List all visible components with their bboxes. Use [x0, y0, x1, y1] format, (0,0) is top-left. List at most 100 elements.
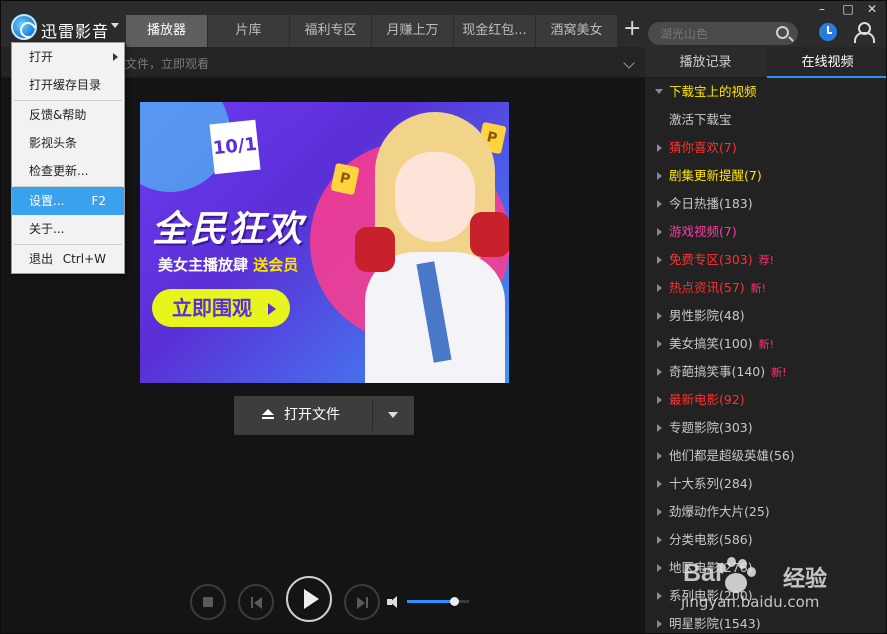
- list-item[interactable]: 猜你喜欢(7): [645, 134, 886, 162]
- list-item-label: 专题影院(303): [669, 414, 753, 442]
- expand-right-icon[interactable]: [657, 424, 662, 432]
- tab-item-3[interactable]: 月赚上万: [372, 15, 454, 47]
- list-item-label: 免费专区(303) 荐!: [669, 246, 774, 275]
- expand-right-icon[interactable]: [657, 620, 662, 628]
- expand-right-icon[interactable]: [657, 144, 662, 152]
- expand-right-icon[interactable]: [657, 452, 662, 460]
- menu-separator: [14, 100, 122, 101]
- tab-item-1[interactable]: 片库: [208, 15, 290, 47]
- paw-icon: [711, 557, 757, 597]
- play-button[interactable]: [286, 576, 332, 622]
- menu-item-4[interactable]: 检查更新...: [12, 157, 124, 185]
- expand-right-icon[interactable]: [657, 228, 662, 236]
- user-icon[interactable]: [853, 21, 875, 43]
- list-item[interactable]: 十大系列(284): [645, 470, 886, 498]
- list-item[interactable]: 劲爆动作大片(25): [645, 498, 886, 526]
- list-item[interactable]: 分类电影(586): [645, 526, 886, 554]
- expand-right-icon[interactable]: [657, 340, 662, 348]
- list-item[interactable]: 免费专区(303) 荐!: [645, 246, 886, 275]
- expand-right-icon[interactable]: [657, 508, 662, 516]
- menu-item-3[interactable]: 影视头条: [12, 129, 124, 157]
- menu-item-2[interactable]: 反馈&帮助: [12, 101, 124, 129]
- app-logo-icon[interactable]: [11, 14, 37, 40]
- search-input[interactable]: [648, 22, 768, 45]
- expand-right-icon[interactable]: [657, 396, 662, 404]
- list-item-text: 今日热播(183): [669, 196, 753, 211]
- tab-item-4[interactable]: 现金红包...: [454, 15, 536, 47]
- list-item[interactable]: 剧集更新提醒(7): [645, 162, 886, 190]
- menu-item-5[interactable]: 设置... F2: [12, 187, 124, 215]
- list-item-text: 最新电影(92): [669, 392, 745, 407]
- ad-banner[interactable]: 10/1 P P 全民狂欢 美女主播放肆 送会员 立即围观: [140, 102, 509, 383]
- menu-separator: [14, 186, 122, 187]
- expand-down-icon[interactable]: [655, 89, 663, 94]
- open-file-dropdown-button[interactable]: [373, 396, 414, 435]
- list-item[interactable]: 游戏视频(7): [645, 218, 886, 246]
- expand-right-icon[interactable]: [657, 256, 662, 264]
- tab-online-video[interactable]: 在线视频: [767, 47, 886, 78]
- expand-right-icon[interactable]: [657, 480, 662, 488]
- volume-fill: [407, 600, 454, 603]
- list-item-label: 激活下载宝: [669, 106, 732, 134]
- list-item[interactable]: 激活下载宝: [645, 106, 886, 134]
- app-title[interactable]: 迅雷影音: [41, 18, 109, 42]
- list-item-text: 游戏视频(7): [669, 224, 737, 239]
- watermark-brand-suffix: 经验: [783, 567, 828, 592]
- banner-cta-button[interactable]: 立即围观: [152, 289, 290, 327]
- list-item[interactable]: 专题影院(303): [645, 414, 886, 442]
- list-item[interactable]: 最新电影(92): [645, 386, 886, 414]
- menu-separator: [14, 244, 122, 245]
- search-icon[interactable]: [776, 26, 789, 39]
- menu-item-0[interactable]: 打开: [12, 43, 124, 71]
- list-item[interactable]: 男性影院(48): [645, 302, 886, 330]
- expand-right-icon[interactable]: [657, 368, 662, 376]
- list-item[interactable]: 下载宝上的视频: [645, 78, 886, 106]
- stop-button[interactable]: [190, 584, 226, 620]
- list-item-label: 男性影院(48): [669, 302, 745, 330]
- list-item[interactable]: 美女搞笑(100) 新!: [645, 330, 886, 358]
- open-file-button[interactable]: 打开文件: [234, 396, 372, 435]
- list-item-text: 美女搞笑(100): [669, 336, 753, 351]
- minimize-button[interactable]: –: [813, 2, 831, 16]
- volume-knob[interactable]: [449, 597, 459, 606]
- list-item[interactable]: 他们都是超级英雄(56): [645, 442, 886, 470]
- next-button[interactable]: [344, 584, 380, 620]
- list-item-text: 明星影院(1543): [669, 616, 761, 631]
- tab-item-5[interactable]: 酒窝美女: [536, 15, 618, 47]
- expand-right-icon[interactable]: [657, 592, 662, 600]
- expand-right-icon[interactable]: [657, 312, 662, 320]
- menu-item-label: 检查更新...: [29, 164, 89, 178]
- new-tab-button[interactable]: +: [623, 17, 641, 41]
- chevron-down-icon[interactable]: [623, 57, 635, 69]
- expand-right-icon[interactable]: [657, 284, 662, 292]
- menu-item-6[interactable]: 关于...: [12, 215, 124, 243]
- tab-item-2[interactable]: 福利专区: [290, 15, 372, 47]
- expand-right-icon[interactable]: [657, 200, 662, 208]
- app-menu-caret-icon[interactable]: [111, 23, 119, 28]
- menu-item-7[interactable]: 退出 Ctrl+W: [12, 245, 124, 273]
- list-item[interactable]: 今日热播(183): [645, 190, 886, 218]
- expand-right-icon[interactable]: [657, 564, 662, 572]
- expand-right-icon[interactable]: [657, 172, 662, 180]
- list-item[interactable]: 奇葩搞笑事(140) 新!: [645, 358, 886, 386]
- expand-right-icon[interactable]: [657, 536, 662, 544]
- open-file-label: 打开文件: [284, 407, 340, 423]
- list-item-text: 免费专区(303): [669, 252, 753, 267]
- maximize-button[interactable]: □: [839, 2, 857, 16]
- list-item-text: 分类电影(586): [669, 532, 753, 547]
- list-item[interactable]: 热点资讯(57) 新!: [645, 274, 886, 302]
- title-bar: 迅雷影音 + – □ ✕ 播放器片库福利专区月赚上万现金红包...酒窝美女: [1, 1, 886, 47]
- tab-play-history[interactable]: 播放记录: [645, 47, 766, 78]
- eject-icon: [262, 409, 274, 421]
- banner-subtitle-text: 美女主播放肆: [158, 256, 249, 274]
- menu-item-1[interactable]: 打开缓存目录: [12, 71, 124, 99]
- close-button[interactable]: ✕: [863, 2, 881, 16]
- list-item-label: 劲爆动作大片(25): [669, 498, 770, 526]
- menu-item-label: 打开: [29, 50, 54, 64]
- tab-player[interactable]: 播放器: [126, 15, 208, 47]
- banner-headline: 全民狂欢: [152, 209, 305, 250]
- volume-slider[interactable]: [407, 597, 469, 606]
- volume-icon[interactable]: [387, 596, 401, 608]
- previous-button[interactable]: [238, 584, 274, 620]
- history-clock-icon[interactable]: [819, 23, 837, 41]
